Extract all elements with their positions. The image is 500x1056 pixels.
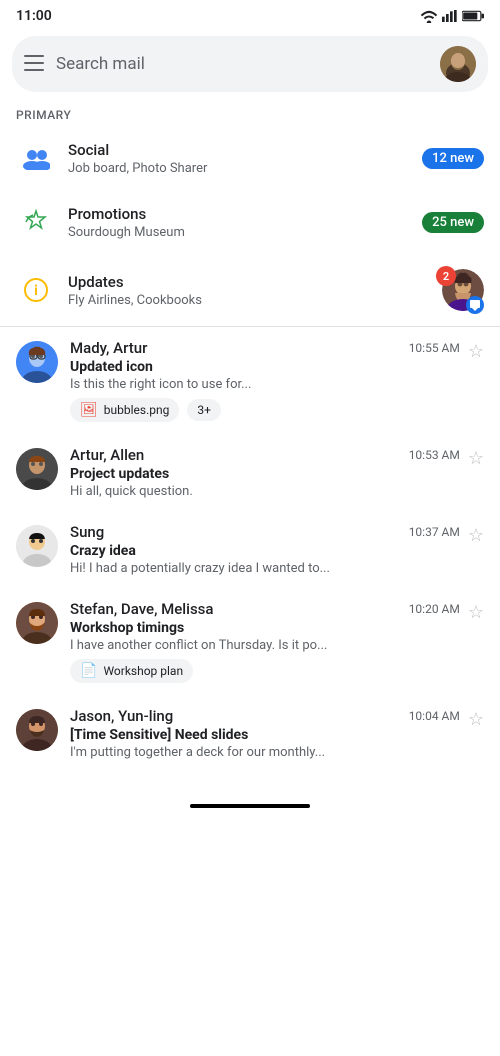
star-icon-5[interactable]: ☆: [468, 709, 484, 730]
email-subject-3: Crazy idea: [70, 543, 460, 559]
sender-name-1: Mady, Artur: [70, 339, 147, 357]
email-header-3: Sung 10:37 AM: [70, 523, 460, 541]
email-preview-3: Hi! I had a potentially crazy idea I wan…: [70, 561, 460, 576]
search-bar[interactable]: Search mail: [12, 36, 488, 92]
user-avatar[interactable]: [440, 46, 476, 82]
email-time-2: 10:53 AM: [409, 448, 460, 462]
attachments-1: 🖼 bubbles.png 3+: [70, 398, 460, 422]
attachments-4: 📄 Workshop plan: [70, 659, 460, 683]
category-updates[interactable]: i Updates Fly Airlines, Cookbooks 2: [0, 254, 500, 326]
attachment-name-4: Workshop plan: [103, 664, 183, 678]
svg-text:i: i: [34, 283, 38, 299]
sender-avatar-1: [16, 341, 58, 383]
search-placeholder: Search mail: [56, 54, 428, 74]
section-label: PRIMARY: [0, 100, 500, 126]
email-time-5: 10:04 AM: [409, 709, 460, 723]
email-content-4: Stefan, Dave, Melissa 10:20 AM Workshop …: [70, 600, 460, 683]
doc-icon: 📄: [80, 663, 97, 679]
attachment-chip-1[interactable]: 🖼 bubbles.png: [70, 398, 179, 422]
email-content-2: Artur, Allen 10:53 AM Project updates Hi…: [70, 446, 460, 499]
email-subject-5: [Time Sensitive] Need slides: [70, 727, 460, 743]
hamburger-icon[interactable]: [24, 52, 44, 76]
email-row-1[interactable]: Mady, Artur 10:55 AM Updated icon Is thi…: [0, 327, 500, 434]
email-row-3[interactable]: Sung 10:37 AM Crazy idea Hi! I had a pot…: [0, 511, 500, 588]
email-header-1: Mady, Artur 10:55 AM: [70, 339, 460, 357]
updates-count: 2: [436, 266, 456, 286]
sender-avatar-4: [16, 602, 58, 644]
promotions-badge: 25 new: [422, 212, 484, 233]
promotions-name: Promotions: [68, 205, 422, 223]
star-icon-2[interactable]: ☆: [468, 448, 484, 469]
attachment-chip-4[interactable]: 📄 Workshop plan: [70, 659, 193, 683]
email-preview-5: I'm putting together a deck for our mont…: [70, 745, 460, 760]
updates-info: Updates Fly Airlines, Cookbooks: [68, 273, 436, 308]
email-row-5[interactable]: Jason, Yun-ling 10:04 AM [Time Sensitive…: [0, 695, 500, 772]
star-icon-1[interactable]: ☆: [468, 341, 484, 362]
email-preview-4: I have another conflict on Thursday. Is …: [70, 638, 460, 653]
promotions-sub: Sourdough Museum: [68, 225, 422, 240]
image-icon: 🖼: [80, 402, 98, 418]
status-bar: 11:00: [0, 0, 500, 28]
more-chip-1: 3+: [187, 399, 221, 421]
email-row-4[interactable]: Stefan, Dave, Melissa 10:20 AM Workshop …: [0, 588, 500, 695]
updates-name: Updates: [68, 273, 436, 291]
social-name: Social: [68, 141, 422, 159]
email-preview-1: Is this the right icon to use for...: [70, 377, 460, 392]
sender-avatar-2: [16, 448, 58, 490]
updates-icon: i: [16, 270, 56, 310]
sender-avatar-5: [16, 709, 58, 751]
updates-badge-wrap: 2: [436, 266, 484, 314]
email-header-2: Artur, Allen 10:53 AM: [70, 446, 460, 464]
social-info: Social Job board, Photo Sharer: [68, 141, 422, 176]
email-content-5: Jason, Yun-ling 10:04 AM [Time Sensitive…: [70, 707, 460, 760]
status-time: 11:00: [16, 8, 52, 24]
email-header-5: Jason, Yun-ling 10:04 AM: [70, 707, 460, 725]
updates-msg-icon: [466, 296, 484, 314]
status-icons: [420, 9, 484, 23]
home-indicator: [190, 804, 310, 808]
email-row-2[interactable]: Artur, Allen 10:53 AM Project updates Hi…: [0, 434, 500, 511]
updates-sub: Fly Airlines, Cookbooks: [68, 293, 436, 308]
email-subject-4: Workshop timings: [70, 620, 460, 636]
sender-name-2: Artur, Allen: [70, 446, 144, 464]
signal-icon: [442, 9, 458, 23]
social-badge: 12 new: [422, 148, 484, 169]
email-subject-1: Updated icon: [70, 359, 460, 375]
email-preview-2: Hi all, quick question.: [70, 484, 460, 499]
promotions-icon: [16, 202, 56, 242]
social-sub: Job board, Photo Sharer: [68, 161, 422, 176]
star-icon-4[interactable]: ☆: [468, 602, 484, 623]
email-header-4: Stefan, Dave, Melissa 10:20 AM: [70, 600, 460, 618]
email-time-1: 10:55 AM: [409, 341, 460, 355]
email-time-4: 10:20 AM: [409, 602, 460, 616]
attachment-name-1: bubbles.png: [104, 403, 170, 417]
email-content-3: Sung 10:37 AM Crazy idea Hi! I had a pot…: [70, 523, 460, 576]
star-icon-3[interactable]: ☆: [468, 525, 484, 546]
sender-name-5: Jason, Yun-ling: [70, 707, 173, 725]
email-time-3: 10:37 AM: [409, 525, 460, 539]
battery-icon: [462, 10, 484, 22]
sender-avatar-3: [16, 525, 58, 567]
category-social[interactable]: Social Job board, Photo Sharer 12 new: [0, 126, 500, 190]
sender-name-4: Stefan, Dave, Melissa: [70, 600, 213, 618]
email-content-1: Mady, Artur 10:55 AM Updated icon Is thi…: [70, 339, 460, 422]
wifi-icon: [420, 9, 438, 23]
social-icon: [16, 138, 56, 178]
category-promotions[interactable]: Promotions Sourdough Museum 25 new: [0, 190, 500, 254]
sender-name-3: Sung: [70, 523, 104, 541]
promotions-info: Promotions Sourdough Museum: [68, 205, 422, 240]
email-subject-2: Project updates: [70, 466, 460, 482]
